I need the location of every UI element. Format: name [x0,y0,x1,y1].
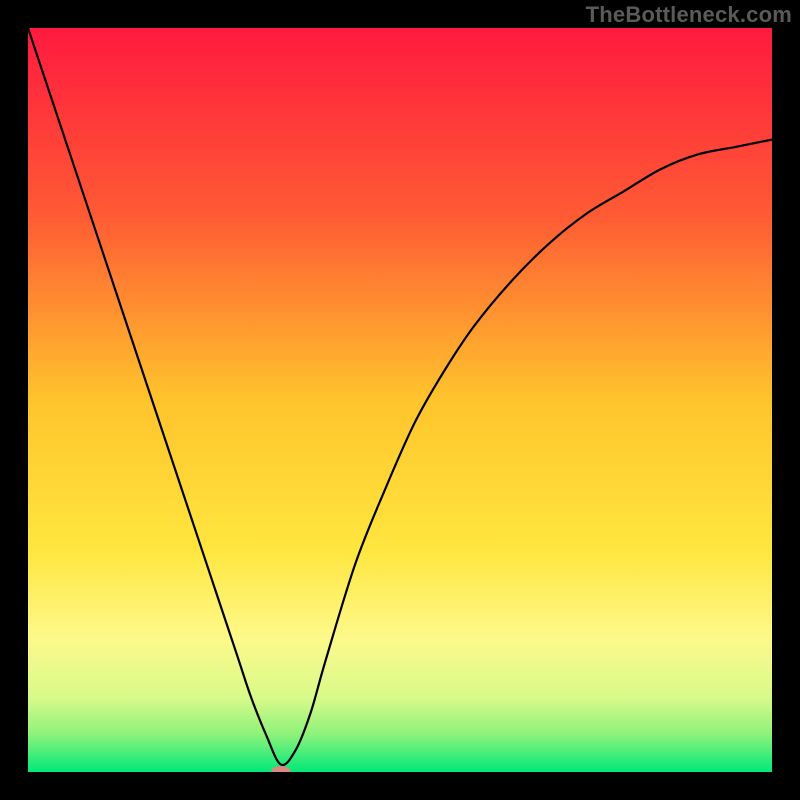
chart-frame: TheBottleneck.com [0,0,800,800]
gradient-background [28,28,772,772]
watermark-label: TheBottleneck.com [586,2,792,28]
bottleneck-chart [28,28,772,772]
plot-area [28,28,772,772]
